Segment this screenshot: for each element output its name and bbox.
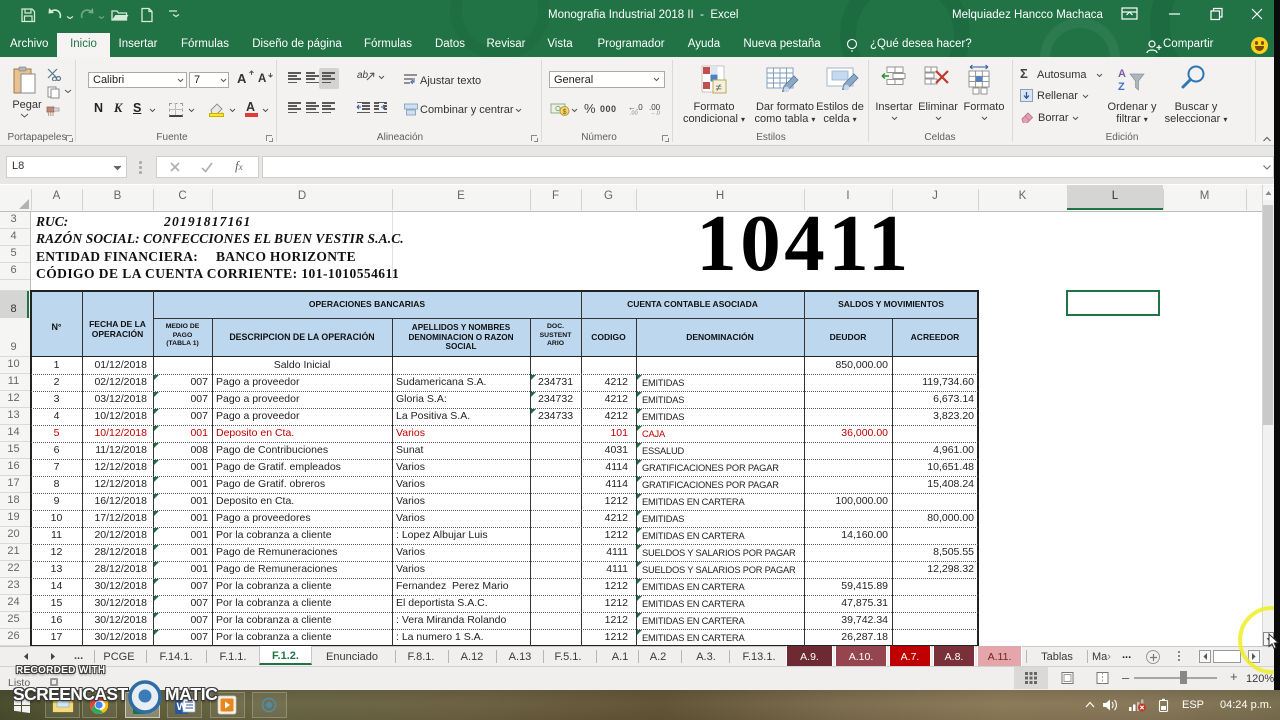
svg-text:A: A: [1118, 68, 1126, 80]
svg-text:→,0: →,0: [650, 111, 660, 116]
svg-text:$: $: [563, 109, 567, 116]
svg-text:Z: Z: [1118, 81, 1125, 93]
svg-text:,00: ,00: [630, 111, 638, 116]
svg-text:≠: ≠: [716, 82, 722, 94]
